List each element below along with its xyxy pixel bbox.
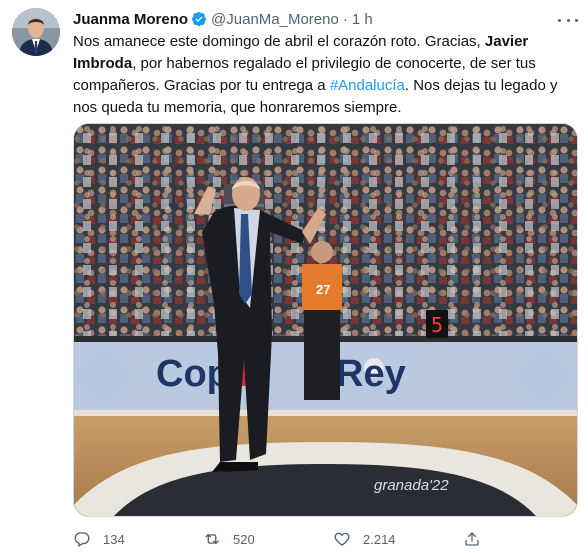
timestamp[interactable]: 1 h	[352, 11, 373, 28]
floor-text: granada'22	[374, 477, 449, 494]
avatar[interactable]	[12, 8, 60, 56]
author-handle[interactable]: @JuanMa_Moreno	[211, 11, 339, 28]
photo-scene: Cop Rey 5 granada'22 27	[74, 124, 577, 516]
like-count: 2.214	[363, 531, 396, 547]
share-button[interactable]	[463, 530, 493, 548]
share-icon	[465, 532, 479, 546]
author-name[interactable]: Juanma Moreno	[73, 11, 188, 28]
retweet-button[interactable]: 520	[203, 530, 333, 548]
jersey-number: 27	[316, 282, 330, 297]
reply-icon	[74, 532, 90, 547]
retweet-icon	[205, 533, 219, 545]
shot-clock: 5	[431, 313, 443, 337]
banner-text-right: Rey	[336, 353, 406, 395]
reply-count: 134	[103, 531, 125, 547]
hashtag-link[interactable]: #Andalucía	[330, 77, 405, 94]
tweet-photo[interactable]: Cop Rey 5 granada'22 27	[73, 123, 578, 517]
tweet-actions: 134 520 2.214	[73, 527, 583, 551]
separator-dot: ·	[342, 10, 348, 28]
like-button[interactable]: 2.214	[333, 530, 463, 548]
verified-badge-icon	[192, 11, 207, 27]
heart-icon	[334, 532, 350, 546]
tweet-text: Nos amanece este domingo de abril el cor…	[73, 31, 578, 119]
text-part-1: Nos amanece este domingo de abril el cor…	[73, 33, 485, 50]
retweet-count: 520	[233, 531, 255, 547]
tweet-header: Juanma Moreno @JuanMa_Moreno · 1 h	[73, 9, 576, 29]
more-options-icon[interactable]	[558, 12, 578, 28]
avatar-image	[12, 8, 60, 56]
tweet[interactable]: Juanma Moreno @JuanMa_Moreno · 1 h Nos a…	[0, 0, 588, 553]
reply-button[interactable]: 134	[73, 530, 203, 548]
